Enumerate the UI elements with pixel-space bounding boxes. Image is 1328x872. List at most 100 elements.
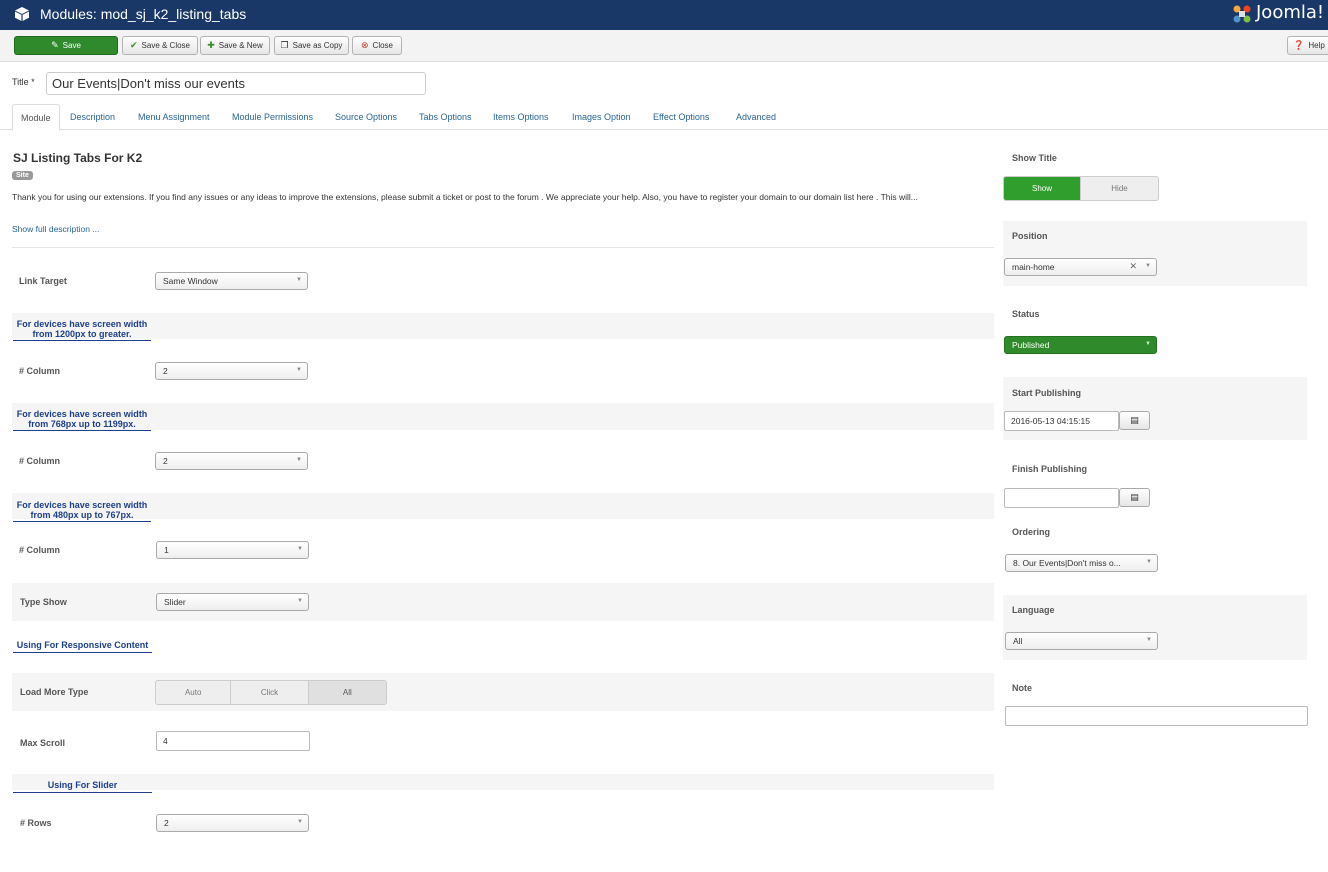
rows-label: # Rows	[20, 818, 52, 828]
caret-down-icon: ▼	[296, 367, 302, 373]
save-button-label: Save	[62, 41, 81, 50]
tab-description[interactable]: Description	[70, 112, 115, 122]
finish-publishing-label: Finish Publishing	[1012, 464, 1087, 474]
tab-items-options[interactable]: Items Options	[493, 112, 549, 122]
spacer-band-768	[12, 403, 994, 430]
show-title-hide-button[interactable]: Hide	[1081, 177, 1158, 200]
load-more-click-button[interactable]: Click	[231, 681, 309, 704]
tab-effect-options[interactable]: Effect Options	[653, 112, 709, 122]
start-publishing-label: Start Publishing	[1012, 388, 1082, 398]
rows-select[interactable]: 2 ▼	[156, 814, 309, 832]
caret-down-icon: ▼	[297, 819, 303, 825]
calendar-icon: ▤	[1130, 415, 1139, 425]
start-calendar-button[interactable]: ▤	[1119, 411, 1150, 430]
caret-down-icon: ▼	[296, 457, 302, 463]
caret-down-icon: ▼	[296, 277, 302, 283]
language-value: All	[1013, 636, 1023, 646]
column-1200-label: # Column	[19, 366, 61, 376]
module-description: Thank you for using our extensions. If y…	[12, 192, 918, 202]
check-icon: ✔	[129, 40, 138, 50]
status-select[interactable]: Published ▼	[1004, 336, 1157, 354]
save-new-label: Save & New	[218, 41, 263, 50]
note-label: Note	[1012, 683, 1032, 693]
start-publishing-input[interactable]	[1004, 411, 1119, 431]
save-new-button[interactable]: ✚ Save & New	[200, 36, 270, 55]
joomla-logo[interactable]: Joomla!	[1228, 0, 1328, 30]
show-title-show-button[interactable]: Show	[1004, 177, 1081, 200]
type-show-value: Slider	[164, 597, 186, 607]
spacer-480: For devices have screen width from 480px…	[13, 500, 151, 522]
tab-module-permissions[interactable]: Module Permissions	[232, 112, 313, 122]
column-1200-value: 2	[163, 366, 168, 376]
column-480-select[interactable]: 1 ▼	[156, 541, 309, 559]
save-copy-label: Save as Copy	[292, 41, 343, 50]
finish-publishing-input[interactable]	[1004, 488, 1119, 508]
load-more-type-label: Load More Type	[20, 687, 89, 697]
caret-down-icon: ▼	[1145, 263, 1151, 269]
copy-icon: ❐	[280, 40, 289, 50]
link-target-label: Link Target	[19, 276, 67, 286]
save-close-button[interactable]: ✔ Save & Close	[122, 36, 198, 55]
tab-advanced[interactable]: Advanced	[736, 112, 776, 122]
app-header: Modules: mod_sj_k2_listing_tabs Joomla!	[0, 0, 1328, 30]
rows-value: 2	[164, 818, 169, 828]
max-scroll-label: Max Scroll	[20, 738, 66, 748]
clear-icon[interactable]: ✕	[1129, 261, 1137, 272]
spacer-band-480	[12, 493, 994, 519]
caret-down-icon: ▼	[1146, 637, 1152, 643]
position-panel	[1003, 221, 1307, 286]
ordering-value: 8. Our Events|Don't miss o...	[1013, 558, 1121, 568]
spacer-responsive: Using For Responsive Content	[13, 640, 152, 653]
caret-down-icon: ▼	[297, 598, 303, 604]
type-show-label: Type Show	[20, 597, 67, 607]
column-1200-select[interactable]: 2 ▼	[155, 362, 308, 380]
joomla-logo-icon	[1233, 5, 1251, 23]
note-input[interactable]	[1005, 706, 1308, 726]
show-full-description-link[interactable]: Show full description ...	[12, 224, 99, 234]
load-more-auto-button[interactable]: Auto	[156, 681, 232, 704]
position-select[interactable]: main-home ✕ ▼	[1004, 258, 1157, 276]
max-scroll-input[interactable]	[156, 731, 310, 751]
position-label: Position	[1012, 231, 1048, 241]
tab-images-option[interactable]: Images Option	[572, 112, 631, 122]
load-more-all-button[interactable]: All	[308, 681, 386, 704]
spacer-768: For devices have screen width from 768px…	[13, 409, 151, 431]
site-badge: Site	[12, 171, 33, 180]
tab-menu-assignment[interactable]: Menu Assignment	[138, 112, 210, 122]
status-label: Status	[1012, 309, 1040, 319]
column-768-select[interactable]: 2 ▼	[155, 452, 308, 470]
joomla-logo-text: Joomla!	[1256, 2, 1325, 23]
column-768-label: # Column	[19, 456, 61, 466]
spacer-slider: Using For Slider	[13, 780, 152, 793]
show-title-label: Show Title	[1012, 153, 1057, 163]
save-button[interactable]: ✎ Save	[14, 36, 118, 55]
close-button[interactable]: ⊗ Close	[352, 36, 402, 55]
caret-down-icon: ▼	[1146, 559, 1152, 565]
tab-module[interactable]: Module	[12, 104, 60, 131]
help-button[interactable]: ❓ Help	[1287, 36, 1328, 55]
finish-calendar-button[interactable]: ▤	[1119, 488, 1150, 507]
spacer-1200: For devices have screen width from 1200p…	[13, 319, 151, 341]
type-show-select[interactable]: Slider ▼	[156, 593, 309, 611]
plus-icon: ✚	[207, 40, 215, 50]
close-icon: ⊗	[361, 40, 369, 50]
column-768-value: 2	[163, 456, 168, 466]
ordering-label: Ordering	[1012, 527, 1051, 537]
title-label: Title *	[12, 77, 35, 87]
toolbar: ✎ Save ✔ Save & Close ✚ Save & New ❐ Sav…	[0, 30, 1328, 62]
link-target-select[interactable]: Same Window ▼	[155, 272, 308, 290]
tab-source-options[interactable]: Source Options	[335, 112, 397, 122]
cube-icon	[15, 7, 29, 21]
edit-icon: ✎	[51, 40, 59, 50]
ordering-select[interactable]: 8. Our Events|Don't miss o... ▼	[1005, 554, 1158, 572]
link-target-value: Same Window	[163, 276, 218, 286]
module-heading: SJ Listing Tabs For K2	[13, 151, 143, 165]
title-input[interactable]	[46, 72, 426, 95]
caret-down-icon: ▼	[1145, 341, 1151, 347]
tab-bar: Module Description Menu Assignment Modul…	[0, 104, 1328, 131]
close-label: Close	[372, 41, 393, 50]
page-title: Modules: mod_sj_k2_listing_tabs	[40, 6, 247, 22]
language-select[interactable]: All ▼	[1005, 632, 1158, 650]
save-copy-button[interactable]: ❐ Save as Copy	[274, 36, 349, 55]
tab-tabs-options[interactable]: Tabs Options	[419, 112, 472, 122]
